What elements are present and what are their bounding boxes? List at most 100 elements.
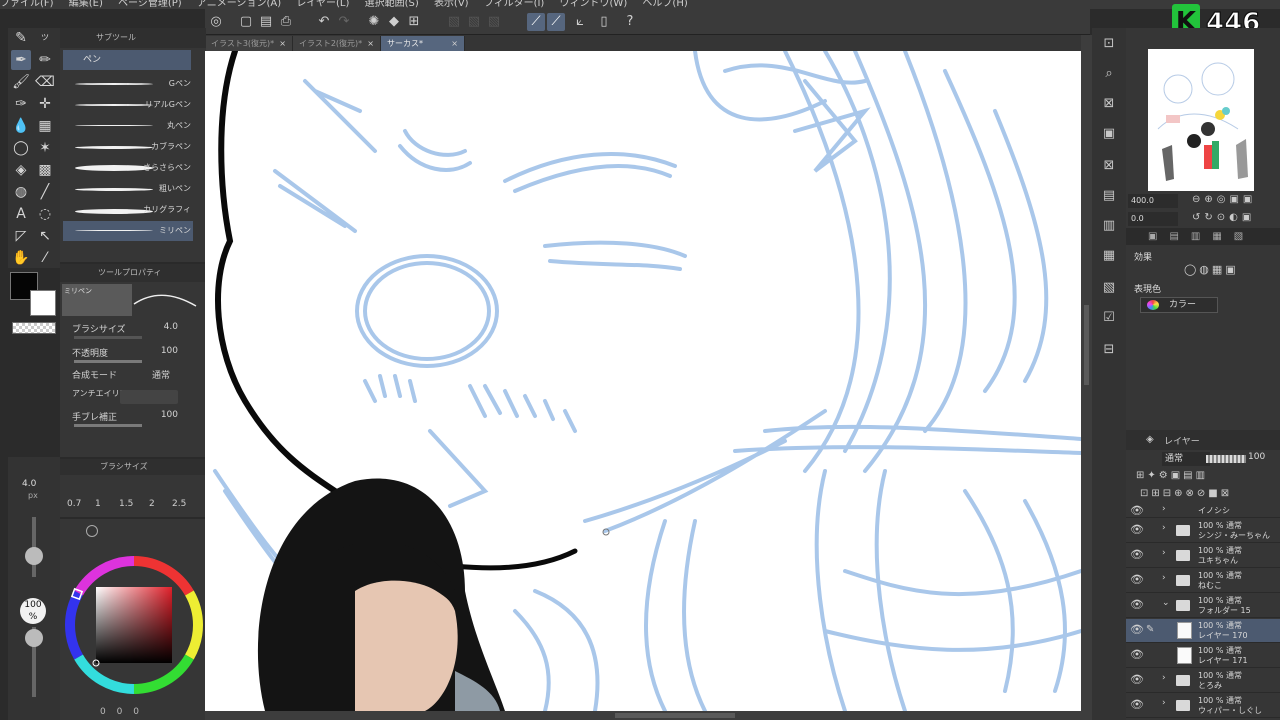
transform-icon[interactable]: ⊞: [405, 13, 423, 31]
size-option[interactable]: 1: [95, 499, 101, 509]
close-panel-icon[interactable]: ⊠: [1099, 94, 1119, 114]
chevron-down-icon[interactable]: ⌄: [1162, 598, 1170, 608]
row-value[interactable]: 4.0: [164, 322, 178, 332]
line-tool-icon[interactable]: ╱: [35, 182, 55, 202]
brush-calligraphy[interactable]: カリグラフィ: [63, 200, 193, 220]
app-icon[interactable]: ◎: [207, 13, 225, 31]
redo-icon[interactable]: ↷: [335, 13, 353, 31]
layer-item[interactable]: 👁 100 % 通常 レイヤー 171: [1126, 644, 1280, 668]
antialias-row[interactable]: アンチエイリアス: [72, 388, 192, 406]
ruler-snap-icon[interactable]: ⟋: [527, 13, 545, 31]
layer-item[interactable]: 👁 › 100 % 通常 シンジ・みーちゃん: [1126, 519, 1280, 543]
device-icon[interactable]: ▯: [595, 13, 613, 31]
size-option[interactable]: 2.5: [172, 499, 186, 509]
chevron-right-icon[interactable]: ›: [1162, 523, 1166, 533]
menu-help[interactable]: ヘルプ(H): [642, 0, 687, 9]
ruler-tool-icon[interactable]: ◸: [11, 226, 31, 246]
disabled-icon-3[interactable]: ▧: [485, 13, 503, 31]
open-folder-icon[interactable]: ▤: [257, 13, 275, 31]
eye-icon[interactable]: 👁: [1130, 598, 1144, 611]
drawing-canvas[interactable]: [205, 51, 1081, 711]
row-value[interactable]: 100: [161, 410, 178, 420]
layer-item[interactable]: 👁 › 100 % 通常 ユキちゃん: [1126, 544, 1280, 568]
color-wheel[interactable]: [62, 553, 206, 697]
layer-prop-tabs[interactable]: ▣▤▥▦▧: [1126, 231, 1280, 245]
transparent-color-swatch[interactable]: [12, 322, 56, 334]
opacity-slider-thumb[interactable]: [25, 629, 43, 647]
size-option[interactable]: 0.7: [67, 499, 81, 509]
disabled-icon-1[interactable]: ▧: [445, 13, 463, 31]
eye-icon[interactable]: 👁: [1130, 548, 1144, 561]
save-icon[interactable]: ⎙: [277, 13, 295, 31]
zoom-value[interactable]: 400.0: [1128, 194, 1178, 208]
navigator-icon[interactable]: ⊡: [1099, 34, 1119, 54]
more-icon[interactable]: ツ: [35, 28, 55, 48]
color-mode-icon[interactable]: [86, 525, 98, 537]
layer-item[interactable]: 👁 › イノシシ: [1126, 504, 1280, 518]
size-slider-thumb[interactable]: [25, 547, 43, 565]
blend-tool-icon[interactable]: 💧: [11, 116, 31, 136]
layer-item[interactable]: 👁 › 100 % 通常 ウィパー・しぐし: [1126, 694, 1280, 718]
layer-blend-select[interactable]: 通常: [1162, 452, 1210, 466]
brush-tool-icon[interactable]: 🖌: [11, 72, 31, 92]
undo-icon[interactable]: ↶: [315, 13, 333, 31]
eye-icon[interactable]: 👁: [1130, 623, 1144, 636]
eraser-tool-icon[interactable]: ⌫: [35, 72, 55, 92]
rotation-controls[interactable]: ↺↻⊙◐▣: [1192, 212, 1255, 223]
layer-opacity-value[interactable]: 100: [1248, 452, 1265, 462]
fill-icon[interactable]: ◆: [385, 13, 403, 31]
chevron-right-icon[interactable]: ›: [1162, 504, 1166, 514]
operation-tool-icon[interactable]: ↖: [35, 226, 55, 246]
hand-tool-icon[interactable]: ✋: [11, 248, 31, 268]
tab-circus[interactable]: サーカス* ×: [381, 36, 465, 51]
new-file-icon[interactable]: ▢: [237, 13, 255, 31]
balloon-tool-icon[interactable]: ◌: [35, 204, 55, 224]
tab-illust2[interactable]: イラスト2(復元)* ×: [293, 36, 381, 51]
layer-search-icon[interactable]: ⊟: [1099, 340, 1119, 360]
chevron-right-icon[interactable]: ›: [1162, 573, 1166, 583]
size-option[interactable]: 2: [149, 499, 155, 509]
sub-color-swatch[interactable]: [30, 290, 56, 316]
help-icon[interactable]: ?: [621, 13, 639, 31]
menu-filter[interactable]: フィルター(I): [484, 0, 545, 9]
layer-item[interactable]: 👁 › 100 % 通常 とろみ: [1126, 669, 1280, 693]
close-icon[interactable]: ×: [279, 36, 286, 51]
brush-size-row[interactable]: ブラシサイズ 4.0: [72, 322, 192, 340]
close-icon[interactable]: ×: [367, 36, 374, 51]
chevron-right-icon[interactable]: ›: [1162, 698, 1166, 708]
tab-illust3[interactable]: イラスト3(復元)* ×: [205, 36, 293, 51]
effect-icons[interactable]: ◯◍▦▣: [1184, 263, 1239, 276]
blend-mode-row[interactable]: 合成モード 通常: [72, 368, 192, 386]
eye-icon[interactable]: 👁: [1130, 523, 1144, 536]
fill-tool-icon[interactable]: ◈: [11, 160, 31, 180]
menu-selection[interactable]: 選択範囲(S): [365, 0, 419, 9]
stabilization-row[interactable]: 手ブレ補正 100: [72, 410, 192, 428]
figure-tool-icon[interactable]: ◍: [11, 182, 31, 202]
layer-tool-row-2[interactable]: ⊡⊞⊟⊕⊗⊘■⊠: [1140, 488, 1232, 499]
zoom-controls[interactable]: ⊖⊕◎▣▣: [1192, 194, 1256, 205]
layer-property-icon[interactable]: ▤: [1099, 186, 1119, 206]
brush-icon[interactable]: ✎: [11, 28, 31, 48]
auto-action-icon[interactable]: ▧: [1099, 278, 1119, 298]
menu-animation[interactable]: アニメーション(A): [197, 0, 281, 9]
layer-item[interactable]: 👁 ⌄ 100 % 通常 フォルダー 15: [1126, 594, 1280, 618]
brush-real-g-pen[interactable]: リアルGペン: [63, 95, 193, 115]
navigator-thumbnail[interactable]: [1148, 49, 1254, 191]
material-icon[interactable]: ⊠: [1099, 156, 1119, 176]
row-value[interactable]: 100: [161, 346, 178, 356]
pencil-tool-icon[interactable]: ✏: [35, 50, 55, 70]
chevron-right-icon[interactable]: ›: [1162, 548, 1166, 558]
expression-color-select[interactable]: カラー: [1140, 297, 1218, 313]
menu-edit[interactable]: 編集(E): [69, 0, 103, 9]
grid-snap-icon[interactable]: ⟀: [571, 13, 589, 31]
brush-sarasara-pen[interactable]: さらさらペン: [63, 158, 193, 178]
eye-icon[interactable]: 👁: [1130, 504, 1144, 517]
sub-view-icon[interactable]: ▣: [1099, 124, 1119, 144]
menu-layer[interactable]: レイヤー(L): [296, 0, 349, 9]
layer-item-selected[interactable]: 👁 ✎ 100 % 通常 レイヤー 170: [1126, 619, 1280, 643]
menu-page[interactable]: ページ管理(P): [118, 0, 182, 9]
layer-item[interactable]: 👁 › 100 % 通常 ねむこ: [1126, 569, 1280, 593]
rotation-value[interactable]: 0.0: [1128, 212, 1178, 226]
vertical-scrollbar[interactable]: [1081, 35, 1092, 720]
eye-icon[interactable]: 👁: [1130, 573, 1144, 586]
